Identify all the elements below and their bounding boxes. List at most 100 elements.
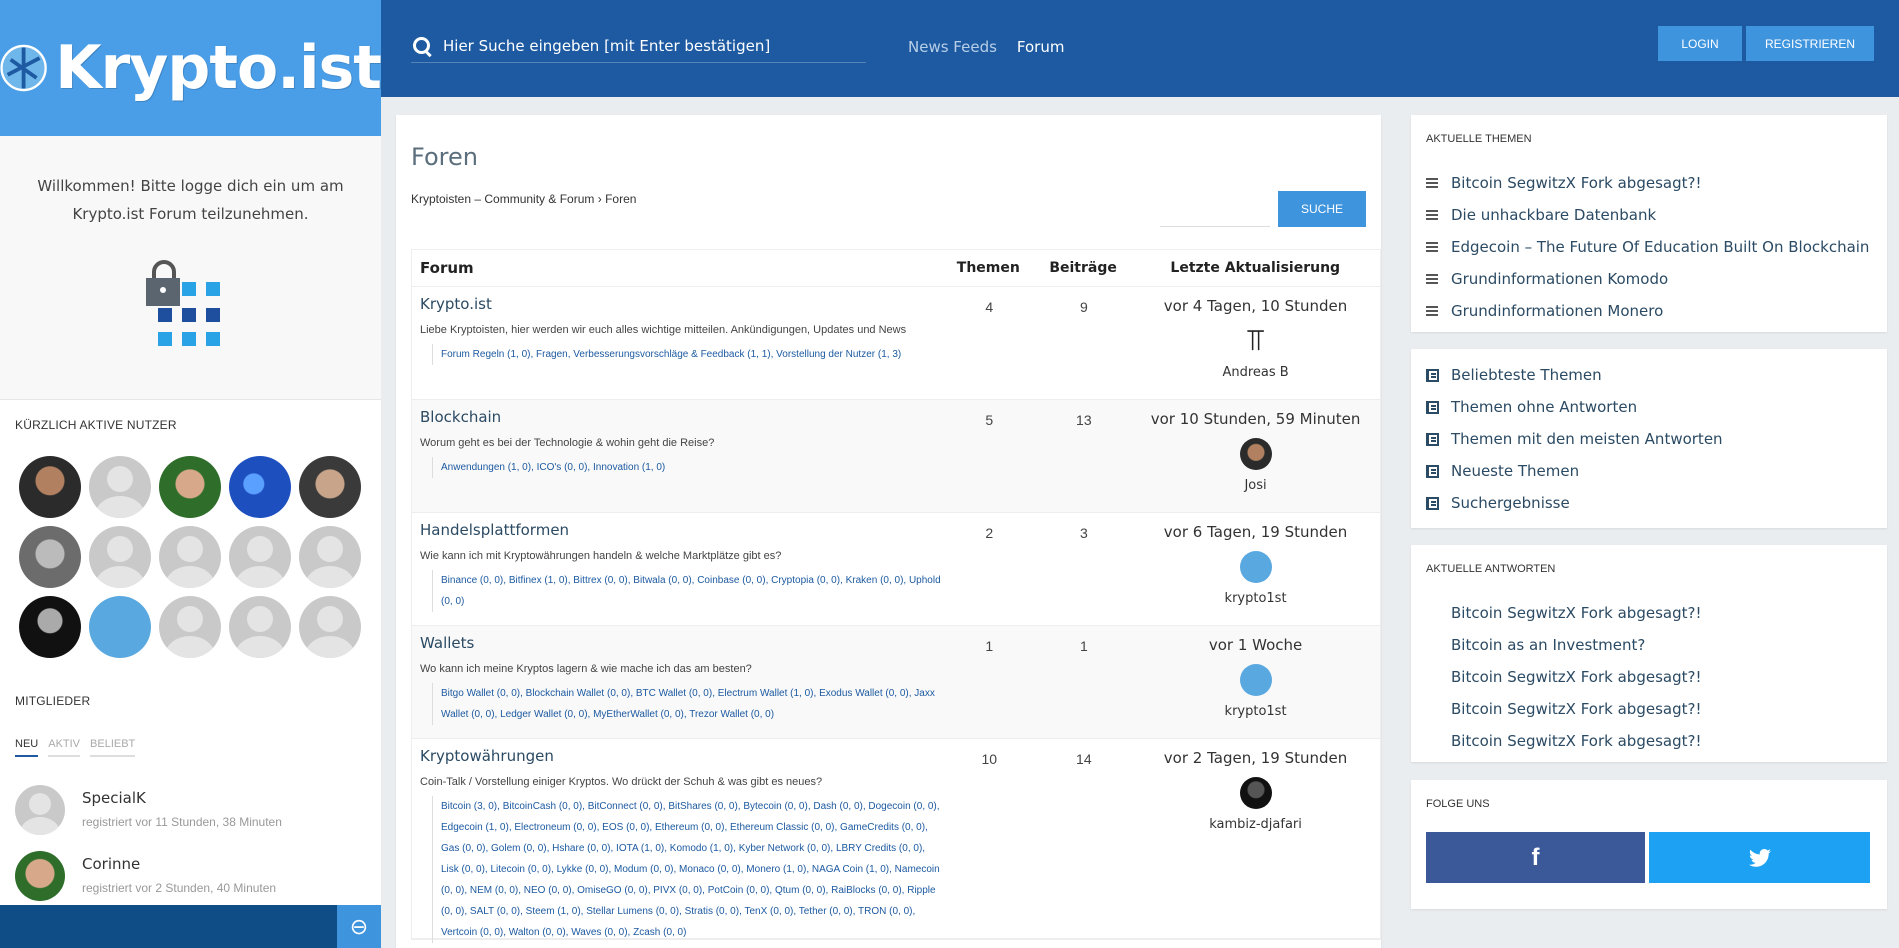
avatar[interactable] <box>19 596 81 658</box>
avatar[interactable] <box>299 526 361 588</box>
tab-new[interactable]: NEU <box>15 738 39 757</box>
avatar[interactable] <box>19 526 81 588</box>
nav-forum[interactable]: Forum <box>1017 38 1065 56</box>
last-user[interactable]: krypto1st <box>1131 704 1380 719</box>
avatar[interactable]: ⫪ <box>1240 325 1272 357</box>
forum-title[interactable]: Krypto.ist <box>420 295 942 313</box>
list-item[interactable]: Bitcoin SegwitzX Fork abgesagt?! <box>1426 725 1887 757</box>
member-meta: registriert vor 2 Stunden, 40 Minuten <box>82 881 277 895</box>
search-input[interactable] <box>443 37 863 55</box>
avatar[interactable] <box>159 596 221 658</box>
list-icon <box>1426 209 1438 221</box>
last-update-time[interactable]: vor 6 Tagen, 19 Stunden <box>1131 523 1380 541</box>
column-last-update: Letzte Aktualisierung <box>1170 260 1341 276</box>
last-user[interactable]: Andreas B <box>1131 365 1380 380</box>
table-row: Handelsplattformen Wie kann ich mit Kryp… <box>412 513 1380 626</box>
avatar[interactable] <box>15 785 65 835</box>
nav-news-feeds[interactable]: News Feeds <box>908 38 997 56</box>
view-link[interactable]: Themen mit den meisten Antworten <box>1451 430 1723 448</box>
forum-title[interactable]: Wallets <box>420 634 942 652</box>
subforum-list[interactable]: Anwendungen (1, 0), ICO's (0, 0), Innova… <box>432 457 942 478</box>
list-item[interactable]: Beliebteste Themen <box>1426 359 1887 391</box>
current-replies-list: Bitcoin SegwitzX Fork abgesagt?! Bitcoin… <box>1411 575 1887 757</box>
avatar[interactable] <box>1239 551 1272 583</box>
avatar[interactable] <box>19 456 81 518</box>
list-item[interactable]: Bitcoin SegwitzX Fork abgesagt?! <box>1426 661 1887 693</box>
view-link[interactable]: Neueste Themen <box>1451 462 1579 480</box>
last-user[interactable]: krypto1st <box>1131 591 1380 606</box>
login-button[interactable]: LOGIN <box>1658 26 1742 61</box>
avatar[interactable] <box>1239 438 1272 470</box>
member-name[interactable]: SpecialK <box>82 789 282 807</box>
last-update-time[interactable]: vor 2 Tagen, 19 Stunden <box>1131 749 1380 767</box>
list-item[interactable]: Bitcoin SegwitzX Fork abgesagt?! <box>1426 167 1887 199</box>
topic-link[interactable]: Grundinformationen Komodo <box>1451 270 1668 288</box>
avatar[interactable] <box>89 526 151 588</box>
avatar[interactable] <box>229 526 291 588</box>
last-user[interactable]: kambiz-djafari <box>1131 817 1380 832</box>
topic-views-panel: Beliebteste Themen Themen ohne Antworten… <box>1411 349 1887 528</box>
subforum-list[interactable]: Forum Regeln (1, 0), Fragen, Verbesserun… <box>432 344 942 365</box>
list-item[interactable]: Die unhackbare Datenbank <box>1426 199 1887 231</box>
table-row: Wallets Wo kann ich meine Kryptos lagern… <box>412 626 1380 739</box>
view-link[interactable]: Themen ohne Antworten <box>1451 398 1637 416</box>
avatar[interactable] <box>159 456 221 518</box>
list-item[interactable]: Grundinformationen Komodo <box>1426 263 1887 295</box>
list-item[interactable]: Themen mit den meisten Antworten <box>1426 423 1887 455</box>
twitter-button[interactable] <box>1649 832 1870 883</box>
topic-link[interactable]: Die unhackbare Datenbank <box>1451 206 1656 224</box>
avatar[interactable] <box>299 456 361 518</box>
breadcrumb-community[interactable]: Kryptoisten – Community & Forum <box>411 192 594 206</box>
topic-link[interactable]: Bitcoin SegwitzX Fork abgesagt?! <box>1451 174 1701 192</box>
logo[interactable]: Krypto.ist <box>0 0 381 136</box>
subforum-list[interactable]: Binance (0, 0), Bitfinex (1, 0), Bittrex… <box>432 570 942 612</box>
avatar[interactable] <box>15 851 65 901</box>
avatar[interactable] <box>89 596 151 658</box>
view-link[interactable]: Beliebteste Themen <box>1451 366 1602 384</box>
book-icon <box>1426 432 1439 446</box>
tab-popular[interactable]: BELIEBT <box>90 738 136 757</box>
topic-link[interactable]: Edgecoin – The Future Of Education Built… <box>1451 238 1869 256</box>
collapse-toggle-icon[interactable]: ⊖ <box>337 905 381 948</box>
avatar[interactable] <box>159 526 221 588</box>
forum-title[interactable]: Kryptowährungen <box>420 747 942 765</box>
list-item[interactable]: Bitcoin as an Investment? <box>1426 629 1887 661</box>
last-update-time[interactable]: vor 10 Stunden, 59 Minuten <box>1131 410 1380 428</box>
register-button[interactable]: REGISTRIEREN <box>1746 26 1874 61</box>
forum-title[interactable]: Blockchain <box>420 408 942 426</box>
avatar[interactable] <box>1239 664 1272 696</box>
subforum-list[interactable]: Bitgo Wallet (0, 0), Blockchain Wallet (… <box>432 683 942 725</box>
member-name[interactable]: Corinne <box>82 855 276 873</box>
member-item[interactable]: SpecialK registriert vor 11 Stunden, 38 … <box>15 785 381 835</box>
last-update-time[interactable]: vor 4 Tagen, 10 Stunden <box>1131 297 1380 315</box>
list-item[interactable]: Neueste Themen <box>1426 455 1887 487</box>
post-count: 9 <box>1079 299 1088 315</box>
avatar[interactable] <box>89 456 151 518</box>
top-header: News Feeds Forum LOGIN REGISTRIEREN <box>381 0 1899 97</box>
search-icon[interactable] <box>411 35 433 57</box>
members-heading: MITGLIEDER <box>15 694 91 708</box>
member-item[interactable]: Corinne registriert vor 2 Stunden, 40 Mi… <box>15 851 381 901</box>
facebook-button[interactable]: f <box>1426 832 1645 883</box>
forum-search-button[interactable]: SUCHE <box>1278 191 1366 227</box>
avatar[interactable] <box>229 456 291 518</box>
forum-search-input[interactable] <box>1160 191 1270 227</box>
avatar[interactable] <box>1239 777 1272 809</box>
list-item[interactable]: Edgecoin – The Future Of Education Built… <box>1426 231 1887 263</box>
list-item[interactable]: Grundinformationen Monero <box>1426 295 1887 327</box>
last-user[interactable]: Josi <box>1131 478 1380 493</box>
avatar[interactable] <box>229 596 291 658</box>
list-item[interactable]: Bitcoin SegwitzX Fork abgesagt?! <box>1426 597 1887 629</box>
view-link[interactable]: Suchergebnisse <box>1451 494 1570 512</box>
post-count: 1 <box>1079 638 1088 654</box>
last-update-time[interactable]: vor 1 Woche <box>1131 636 1380 654</box>
tab-active[interactable]: AKTIV <box>48 738 81 757</box>
subforum-list[interactable]: Bitcoin (3, 0), BitcoinCash (0, 0), BitC… <box>432 796 942 943</box>
list-item[interactable]: Bitcoin SegwitzX Fork abgesagt?! <box>1426 693 1887 725</box>
breadcrumb-current[interactable]: Foren <box>605 192 636 206</box>
list-item[interactable]: Themen ohne Antworten <box>1426 391 1887 423</box>
forum-title[interactable]: Handelsplattformen <box>420 521 942 539</box>
topic-link[interactable]: Grundinformationen Monero <box>1451 302 1663 320</box>
list-item[interactable]: Suchergebnisse <box>1426 487 1887 519</box>
avatar[interactable] <box>299 596 361 658</box>
